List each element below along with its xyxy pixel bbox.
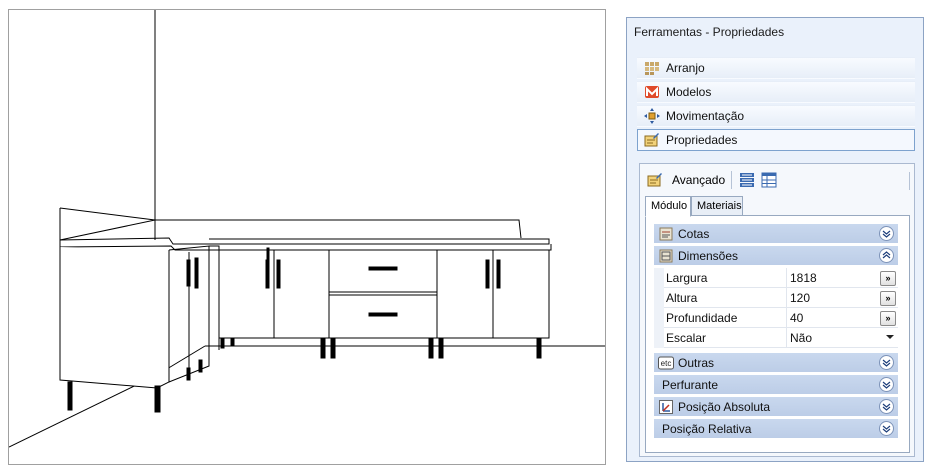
- property-value-select[interactable]: Não: [790, 331, 812, 345]
- arrange-icon: [643, 59, 661, 77]
- property-altura: Altura 120 »: [654, 288, 898, 308]
- tool-movimentacao[interactable]: Movimentação: [637, 105, 915, 127]
- property-value-field[interactable]: 1818: [790, 271, 817, 285]
- more-options-button[interactable]: »: [880, 291, 896, 306]
- group-posicao-relativa[interactable]: Posição Relativa: [654, 419, 898, 438]
- property-value-field[interactable]: 40: [790, 311, 803, 325]
- dimensions-icon: [658, 226, 674, 242]
- advanced-label[interactable]: Avançado: [672, 173, 725, 187]
- tool-label: Arranjo: [666, 61, 705, 75]
- property-escalar: Escalar Não: [654, 328, 898, 348]
- properties-icon: [643, 131, 661, 149]
- kitchen-cabinets-drawing: [9, 10, 605, 448]
- expand-icon[interactable]: [879, 377, 894, 392]
- expand-icon[interactable]: [879, 355, 894, 370]
- group-outras[interactable]: etc Outras: [654, 353, 898, 372]
- column-separator: [786, 328, 787, 348]
- property-largura: Largura 1818 »: [654, 268, 898, 288]
- 3d-viewport[interactable]: [8, 9, 606, 465]
- column-separator: [786, 308, 787, 328]
- group-label: Dimensões: [678, 248, 739, 263]
- tab-content: Cotas Dimensões Largura 1818 » Altura 12…: [645, 215, 910, 453]
- expand-icon[interactable]: [879, 399, 894, 414]
- group-dimensoes[interactable]: Dimensões: [654, 246, 898, 265]
- property-name: Altura: [666, 291, 698, 305]
- row-gutter: [654, 328, 664, 348]
- group-label: Cotas: [678, 226, 710, 241]
- table-view-icon[interactable]: [760, 171, 778, 189]
- group-label: Posição Relativa: [662, 421, 752, 436]
- property-name: Largura: [666, 271, 708, 285]
- expand-icon[interactable]: [879, 226, 894, 241]
- row-gutter: [654, 288, 664, 308]
- group-label: Outras: [678, 355, 715, 370]
- toolbar-separator: [731, 171, 733, 189]
- toolbar-end-separator: [909, 172, 910, 190]
- property-name: Profundidade: [666, 311, 738, 325]
- row-gutter: [654, 268, 664, 288]
- advanced-toolbar: Avançado: [646, 169, 782, 191]
- models-icon: [643, 83, 661, 101]
- more-options-button[interactable]: »: [880, 311, 896, 326]
- properties-panel: Ferramentas - Propriedades Arranjo Model…: [626, 17, 924, 462]
- advanced-properties-icon[interactable]: [646, 171, 664, 189]
- tool-label: Propriedades: [666, 133, 738, 147]
- dropdown-arrow-icon[interactable]: [886, 335, 894, 339]
- row-gutter: [654, 308, 664, 328]
- tab-modulo[interactable]: Módulo: [645, 196, 691, 217]
- svg-text:etc: etc: [661, 359, 672, 368]
- property-profundidade: Profundidade 40 »: [654, 308, 898, 328]
- panel-title: Ferramentas - Propriedades: [634, 25, 785, 39]
- group-label: Posição Absoluta: [678, 399, 771, 414]
- properties-inner-panel: Avançado Módulo Materiais Cotas Dimensõe…: [639, 163, 915, 457]
- categorized-view-icon[interactable]: [738, 171, 756, 189]
- tool-propriedades[interactable]: Propriedades: [637, 129, 915, 151]
- group-posicao-absoluta[interactable]: Posição Absoluta: [654, 397, 898, 416]
- tool-label: Modelos: [666, 85, 712, 99]
- column-separator: [786, 268, 787, 288]
- column-separator: [786, 288, 787, 308]
- collapse-icon[interactable]: [879, 248, 894, 263]
- tool-modelos[interactable]: Modelos: [637, 81, 915, 103]
- property-name: Escalar: [666, 331, 707, 345]
- more-options-button[interactable]: »: [880, 271, 896, 286]
- etc-icon: etc: [658, 355, 674, 371]
- property-value-field[interactable]: 120: [790, 291, 810, 305]
- group-perfurante[interactable]: Perfurante: [654, 375, 898, 394]
- expand-icon[interactable]: [879, 421, 894, 436]
- size-icon: [658, 248, 674, 264]
- tool-label: Movimentação: [666, 109, 745, 123]
- move-icon: [643, 107, 661, 125]
- tool-arranjo[interactable]: Arranjo: [637, 57, 915, 79]
- group-cotas[interactable]: Cotas: [654, 224, 898, 243]
- tab-materiais[interactable]: Materiais: [691, 196, 743, 216]
- axes-icon: [658, 399, 674, 415]
- group-label: Perfurante: [662, 377, 719, 392]
